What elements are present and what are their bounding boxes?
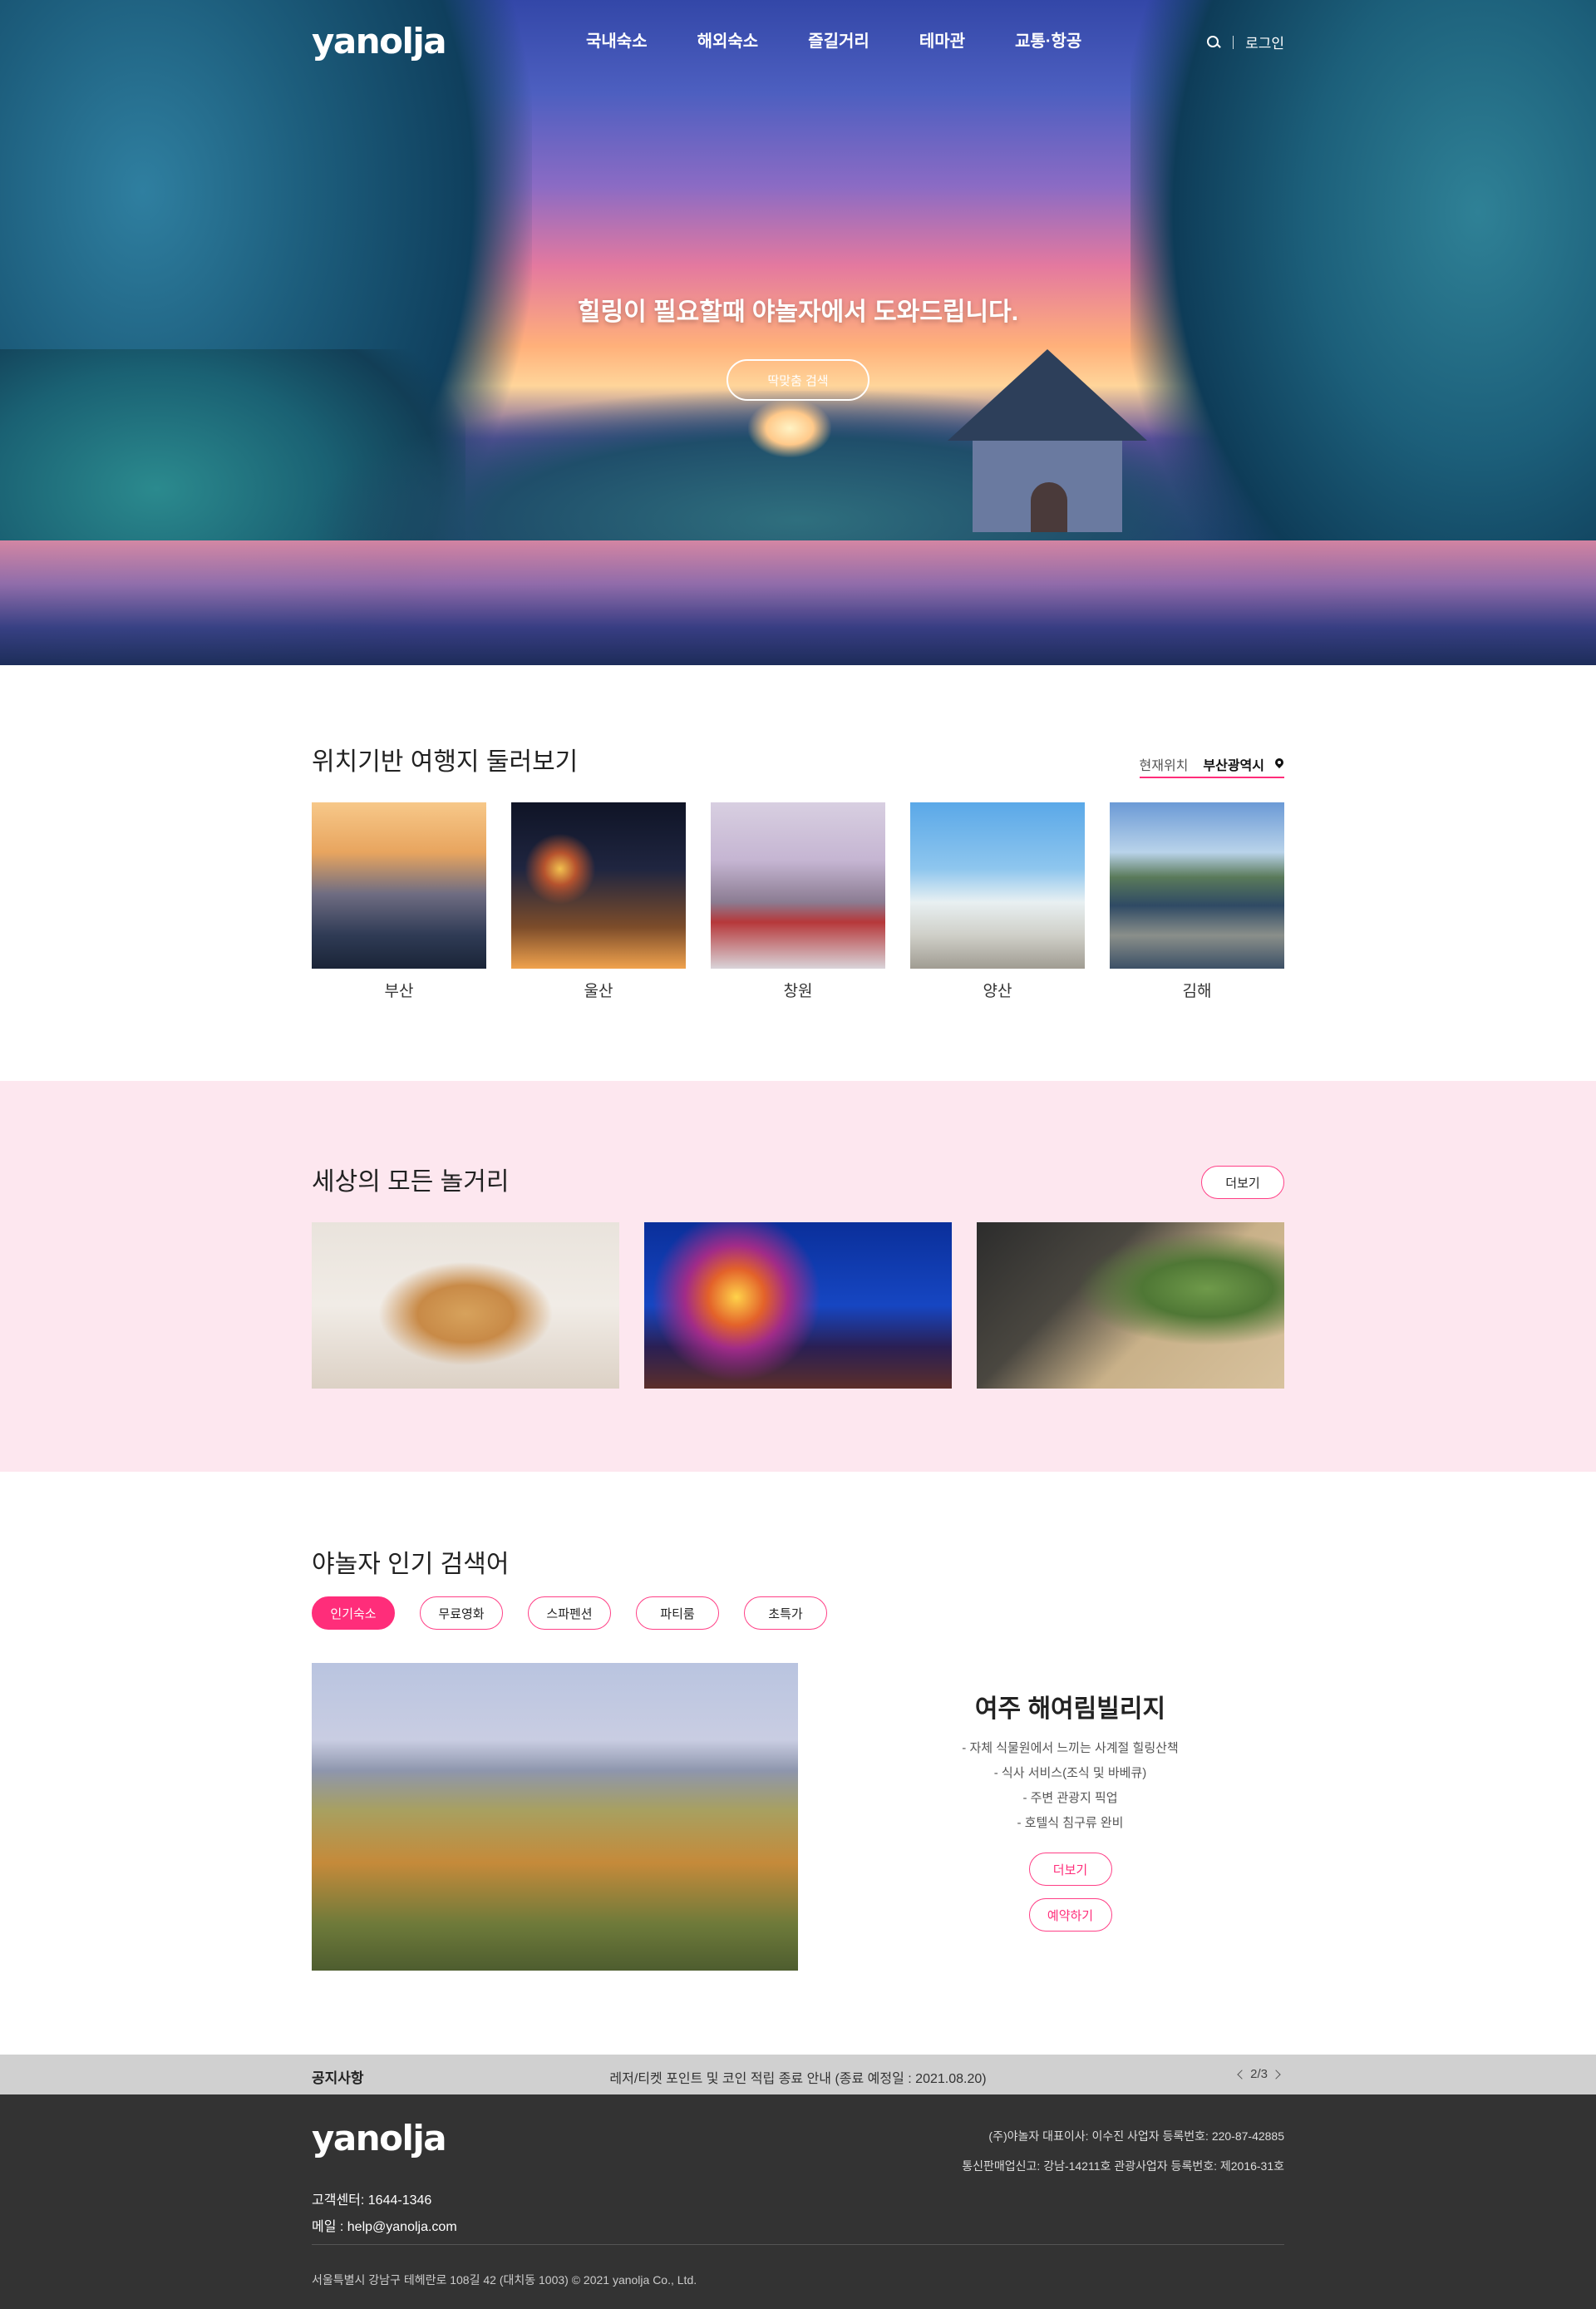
city-photo — [910, 802, 1085, 969]
nav-utility: 로그인 — [1206, 32, 1284, 52]
city-photo — [1110, 802, 1284, 969]
copyright: 서울특별시 강남구 테헤란로 108길 42 (대치동 1003) © 2021… — [312, 2273, 697, 2287]
hero-title: 힐링이 필요할때 야놀자에서 도와드립니다. — [577, 298, 1019, 326]
footer: yanolja 고객센터: 1644-1346 메일 : help@yanolj… — [0, 2094, 1596, 2309]
feature-item: - 자체 식물원에서 느끼는 사계절 힐링산책 — [962, 1741, 1179, 1755]
nav-divider — [1233, 35, 1234, 49]
city-photo — [711, 802, 885, 969]
city-card-gimhae[interactable]: 김해 — [1110, 802, 1284, 1001]
company-info-line: (주)야놀자 대표이사: 이수진 사업자 등록번호: 220-87-42885 — [988, 2129, 1284, 2143]
custom-search-button[interactable]: 딱맞춤 검색 — [727, 359, 869, 401]
hero-art-house — [948, 349, 1147, 532]
tag-spa-pension[interactable]: 스파펜션 — [528, 1596, 611, 1630]
main-menu: 국내숙소 해외숙소 즐길거리 테마관 교통·항공 — [586, 30, 1131, 53]
footer-contact: 고객센터: 1644-1346 메일 : help@yanolja.com — [312, 2188, 457, 2241]
city-photo — [312, 802, 486, 969]
menu-item-domestic[interactable]: 국내숙소 — [586, 30, 648, 53]
search-icon[interactable] — [1206, 35, 1221, 50]
featured-more-button[interactable]: 더보기 — [1028, 1853, 1112, 1886]
tag-special-price[interactable]: 초특가 — [744, 1596, 827, 1630]
activity-card-amusement-park[interactable] — [644, 1222, 952, 1389]
company-info: (주)야놀자 대표이사: 이수진 사업자 등록번호: 220-87-42885 … — [962, 2121, 1284, 2181]
activities-title: 세상의 모든 놀거리 — [312, 1168, 510, 1196]
featured-stay-photo[interactable] — [312, 1663, 798, 1971]
feature-item: - 호텔식 침구류 완비 — [1017, 1816, 1124, 1830]
chevron-left-icon[interactable] — [1234, 2068, 1247, 2081]
logo[interactable]: yanolja — [312, 22, 447, 62]
menu-item-transport[interactable]: 교통·항공 — [1015, 30, 1081, 53]
current-location-city: 부산광역시 — [1203, 759, 1264, 773]
city-card-yangsan[interactable]: 양산 — [910, 802, 1085, 1001]
activity-list — [312, 1222, 1309, 1389]
city-card-changwon[interactable]: 창원 — [711, 802, 885, 1001]
feature-item: - 식사 서비스(조식 및 바베큐) — [993, 1766, 1147, 1780]
current-location[interactable]: 현재위치 부산광역시 — [1139, 754, 1284, 778]
footer-divider — [312, 2244, 1284, 2245]
hero-art-sun — [748, 399, 831, 457]
menu-item-theme[interactable]: 테마관 — [919, 30, 965, 53]
activities-section: 세상의 모든 놀거리 더보기 — [0, 1081, 1596, 1472]
featured-stay-info: 여주 해여림빌리지 - 자체 식물원에서 느끼는 사계절 힐링산책 - 식사 서… — [856, 1688, 1284, 1944]
city-name: 김해 — [1182, 983, 1212, 1000]
city-card-ulsan[interactable]: 울산 — [511, 802, 686, 1001]
notice-bar: 공지사항 레저/티켓 포인트 및 코인 적립 종료 안내 (종료 예정일 : 2… — [0, 2055, 1596, 2094]
hero-banner: yanolja 국내숙소 해외숙소 즐길거리 테마관 교통·항공 로그인 힐링이… — [0, 0, 1596, 665]
tag-popular-stay[interactable]: 인기숙소 — [312, 1596, 395, 1630]
feature-item: - 주변 관광지 픽업 — [1022, 1791, 1118, 1805]
location-pin-icon — [1274, 758, 1284, 770]
featured-stay-name: 여주 해여림빌리지 — [974, 1695, 1166, 1723]
activity-card-pets[interactable] — [312, 1222, 619, 1389]
city-name: 울산 — [584, 983, 613, 1000]
popular-title: 야놀자 인기 검색어 — [312, 1551, 510, 1578]
city-name: 부산 — [384, 983, 414, 1000]
menu-item-overseas[interactable]: 해외숙소 — [697, 30, 759, 53]
city-photo — [511, 802, 686, 969]
reserve-button[interactable]: 예약하기 — [1028, 1898, 1112, 1932]
contact-email: 메일 : help@yanolja.com — [312, 2220, 457, 2234]
activity-card-flower-class[interactable] — [977, 1222, 1284, 1389]
customer-center: 고객센터: 1644-1346 — [312, 2193, 432, 2208]
company-info-line: 통신판매업신고: 강남-14211호 관광사업자 등록번호: 제2016-31호 — [962, 2159, 1284, 2173]
popular-tags: 인기숙소 무료영화 스파펜션 파티룸 초특가 — [312, 1596, 852, 1630]
top-navigation: yanolja 국내숙소 해외숙소 즐길거리 테마관 교통·항공 로그인 — [312, 22, 1284, 62]
notice-pager: 2/3 — [1234, 2067, 1284, 2081]
activities-more-button[interactable]: 더보기 — [1201, 1166, 1284, 1199]
login-link[interactable]: 로그인 — [1245, 32, 1284, 52]
notice-text[interactable]: 레저/티켓 포인트 및 코인 적립 종료 안내 (종료 예정일 : 2021.0… — [312, 2067, 1284, 2087]
notice-page-indicator: 2/3 — [1250, 2067, 1268, 2081]
city-card-busan[interactable]: 부산 — [312, 802, 486, 1001]
hero-art-lake — [0, 540, 1596, 665]
tag-party-room[interactable]: 파티룸 — [636, 1596, 719, 1630]
current-location-label: 현재위치 — [1139, 759, 1189, 773]
footer-logo: yanolja — [312, 2118, 447, 2159]
location-title: 위치기반 여행지 둘러보기 — [312, 748, 579, 776]
city-list: 부산 울산 창원 양산 김해 — [312, 802, 1309, 1001]
city-name: 양산 — [983, 983, 1012, 1000]
chevron-right-icon[interactable] — [1271, 2068, 1284, 2081]
tag-free-movie[interactable]: 무료영화 — [420, 1596, 503, 1630]
city-name: 창원 — [783, 983, 813, 1000]
menu-item-activities[interactable]: 즐길거리 — [808, 30, 869, 53]
